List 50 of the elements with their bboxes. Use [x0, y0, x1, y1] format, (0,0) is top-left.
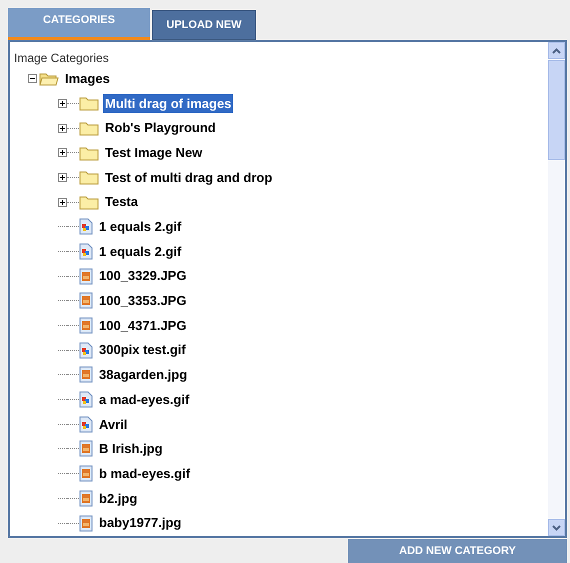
photo-file-icon	[79, 268, 93, 285]
tree-item[interactable]: b2.jpg	[97, 488, 140, 508]
photo-file-icon	[79, 465, 93, 482]
tree-item[interactable]: 100_3353.JPG	[97, 291, 188, 311]
tree-item[interactable]: 38agarden.jpg	[97, 365, 190, 385]
photo-file-icon	[79, 514, 93, 532]
tree-item[interactable]: Images	[63, 68, 112, 88]
tree-item[interactable]: B Irish.jpg	[97, 439, 165, 459]
scroll-down-button[interactable]	[548, 519, 565, 536]
folder-icon	[79, 194, 99, 210]
image-file-icon	[79, 416, 93, 433]
tree-item[interactable]: Test Image New	[103, 142, 204, 162]
image-file-icon	[79, 342, 93, 359]
folder-icon	[79, 144, 99, 161]
tree-item[interactable]: 100_4371.JPG	[97, 316, 188, 336]
tab[interactable]: UPLOAD NEW	[152, 10, 256, 40]
photo-file-icon	[79, 490, 93, 507]
tree-item[interactable]: Multi drag of images	[103, 94, 234, 114]
folder-icon	[79, 169, 99, 186]
scroll-thumb[interactable]	[548, 60, 565, 160]
tree-item[interactable]: 1 equals 2.gif	[97, 217, 184, 237]
scroll-up-button[interactable]	[548, 42, 565, 59]
tree-item[interactable]: 100_3329.JPG	[97, 266, 188, 286]
expand-icon[interactable]	[58, 148, 67, 158]
tree-item[interactable]: 1 equals 2.gif	[97, 242, 184, 262]
tree-item[interactable]: 300pix test.gif	[97, 340, 188, 360]
folder-icon	[79, 95, 99, 112]
tree-item[interactable]: Avril	[97, 414, 130, 434]
tree-item[interactable]: a mad-eyes.gif	[97, 390, 192, 410]
open-folder-icon	[39, 70, 59, 86]
scrollbar[interactable]	[548, 42, 565, 536]
tree-item[interactable]: Test of multi drag and drop	[103, 168, 274, 188]
folder-icon	[79, 120, 99, 136]
tree-item[interactable]: b mad-eyes.gif	[97, 464, 192, 484]
photo-file-icon	[79, 366, 93, 384]
tree-heading: Image Categories	[14, 50, 109, 66]
image-file-icon	[79, 218, 93, 236]
expand-icon[interactable]	[58, 124, 67, 133]
image-file-icon	[79, 242, 93, 260]
expand-icon[interactable]	[58, 98, 67, 108]
image-file-icon	[79, 391, 93, 408]
tree-item[interactable]: Testa	[103, 192, 140, 212]
photo-file-icon	[79, 292, 93, 310]
tree-item[interactable]: baby1977.jpg	[97, 513, 184, 533]
photo-file-icon	[79, 317, 93, 334]
expand-icon[interactable]	[58, 172, 67, 182]
photo-file-icon	[79, 440, 93, 458]
collapse-icon[interactable]	[28, 74, 37, 83]
tree-item[interactable]: Rob's Playground	[103, 118, 218, 138]
expand-icon[interactable]	[58, 198, 67, 207]
